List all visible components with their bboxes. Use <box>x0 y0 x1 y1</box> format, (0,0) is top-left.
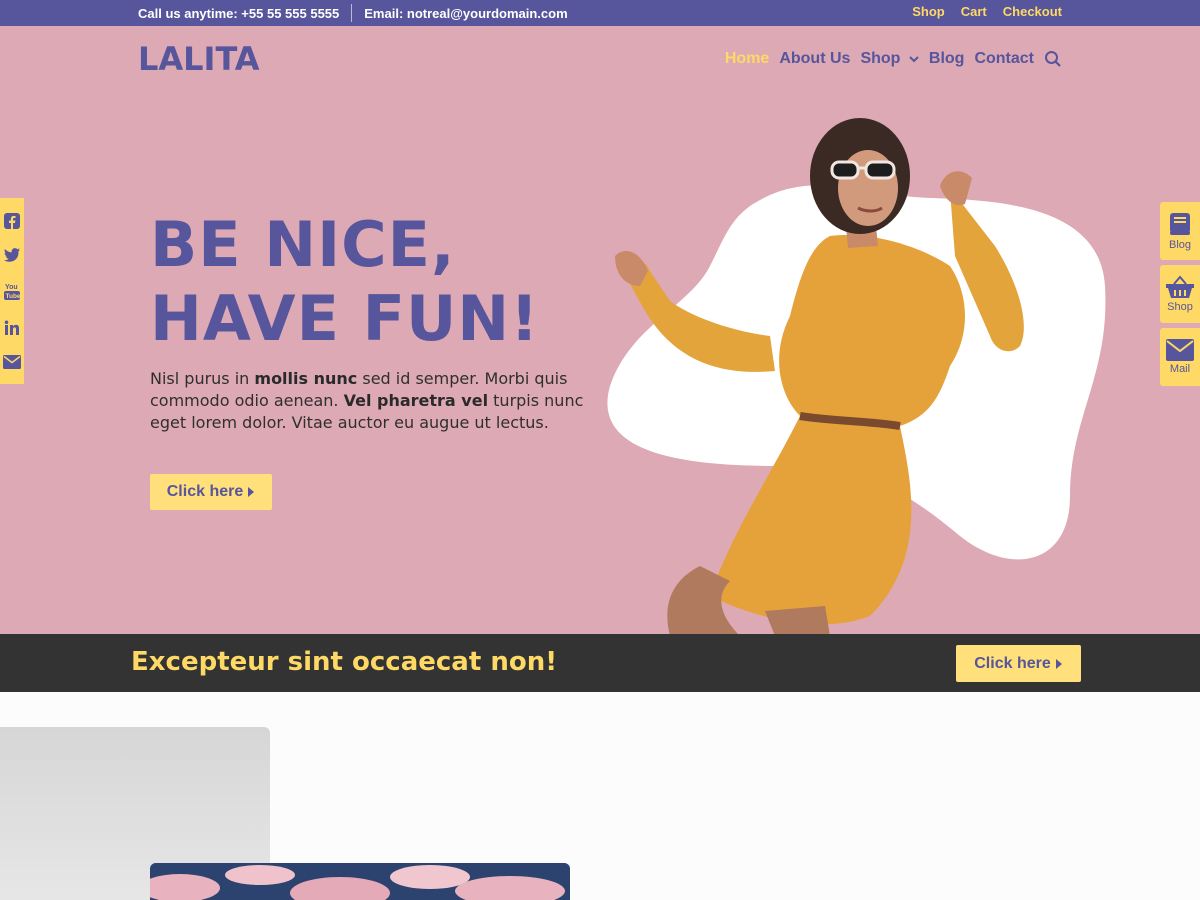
linkedin-icon[interactable] <box>4 320 20 336</box>
main-nav: Home About Us Shop Blog Contact <box>725 50 1062 68</box>
promo-banner: Excepteur sint occaecat non! Click here <box>0 634 1200 692</box>
para-bold: mollis nunc <box>254 369 358 388</box>
hero-woman-image <box>615 118 1024 634</box>
topbar-cart-link[interactable]: Cart <box>961 4 987 19</box>
content-section <box>0 692 1200 900</box>
sky-image-card <box>150 863 570 900</box>
nav-about[interactable]: About Us <box>779 50 850 68</box>
nav-shop-label: Shop <box>860 50 901 67</box>
hero-cta-label: Click here <box>166 483 244 500</box>
hero-headline: BE NICE, HAVE FUN! <box>150 208 539 356</box>
book-icon <box>1170 213 1190 235</box>
hero-headline-line2: HAVE FUN! <box>150 282 540 355</box>
side-widget-shop[interactable]: Shop <box>1160 265 1200 323</box>
banner-cta-button[interactable]: Click here <box>956 645 1081 682</box>
side-widget-blog-label: Blog <box>1168 239 1192 251</box>
chevron-down-icon <box>909 56 919 63</box>
para-text: Nisl purus in <box>150 369 255 388</box>
caret-right-icon <box>1055 658 1062 669</box>
top-bar: Call us anytime: +55 55 555 5555 Email: … <box>0 0 1200 26</box>
twitter-icon[interactable] <box>4 248 20 262</box>
svg-text:Tube: Tube <box>6 293 21 300</box>
email-text: Email: notreal@yourdomain.com <box>364 5 568 21</box>
caret-right-icon <box>248 487 255 497</box>
nav-shop[interactable]: Shop <box>860 50 919 68</box>
topbar-checkout-link[interactable]: Checkout <box>1003 4 1062 19</box>
svg-text:You: You <box>5 284 18 291</box>
youtube-icon[interactable]: You Tube <box>4 281 20 301</box>
divider <box>351 4 353 22</box>
envelope-icon <box>1166 339 1194 361</box>
nav-home[interactable]: Home <box>725 50 769 68</box>
side-widget-blog[interactable]: Blog <box>1160 202 1200 260</box>
hero-cta-button[interactable]: Click here <box>150 474 272 510</box>
side-widget-shop-label: Shop <box>1167 301 1193 313</box>
hero-section: LALITA Home About Us Shop Blog Contact B… <box>0 26 1200 634</box>
mail-icon[interactable] <box>3 354 21 369</box>
side-widget-mail[interactable]: Mail <box>1160 328 1200 386</box>
banner-cta-label: Click here <box>974 654 1051 672</box>
banner-text: Excepteur sint occaecat non! <box>131 647 558 677</box>
cloud-image <box>150 863 570 900</box>
topbar-shop-link[interactable]: Shop <box>912 4 945 19</box>
social-sidebar: You Tube <box>0 198 24 384</box>
para-bold: Vel pharetra vel <box>343 391 489 410</box>
hero-paragraph: Nisl purus in mollis nunc sed id semper.… <box>150 368 590 434</box>
nav-blog[interactable]: Blog <box>929 50 965 68</box>
basket-icon <box>1166 275 1194 298</box>
facebook-icon[interactable] <box>4 213 20 230</box>
site-logo[interactable]: LALITA <box>138 40 260 78</box>
search-icon[interactable] <box>1044 50 1062 68</box>
side-widget-mail-label: Mail <box>1169 363 1191 375</box>
nav-contact[interactable]: Contact <box>974 50 1034 68</box>
phone-text: Call us anytime: +55 55 555 5555 <box>138 5 340 21</box>
hero-headline-line1: BE NICE, <box>150 208 456 281</box>
